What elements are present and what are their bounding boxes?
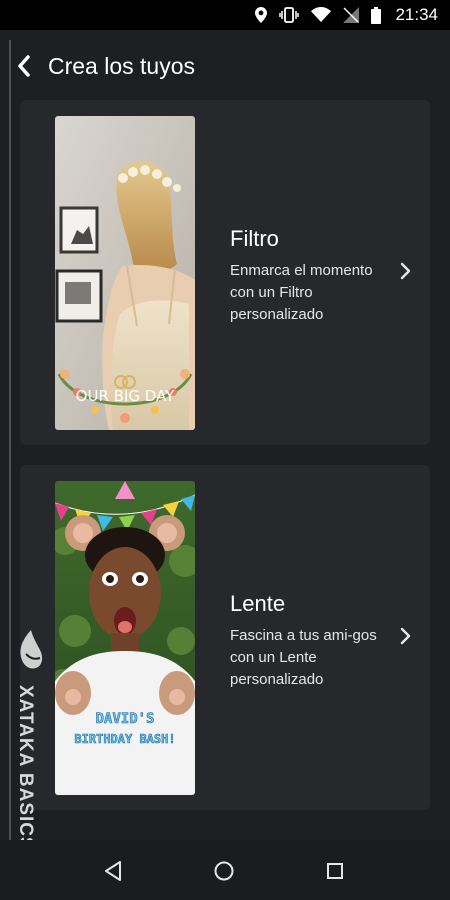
back-triangle-icon (105, 861, 121, 881)
back-button[interactable] (12, 52, 36, 80)
chevron-right-icon (400, 627, 411, 645)
vibrate-icon (279, 7, 300, 23)
nav-back-button[interactable] (98, 856, 128, 886)
wifi-icon (311, 7, 332, 23)
home-circle-icon (214, 861, 234, 881)
chevron-right-icon (400, 262, 411, 280)
lens-card[interactable]: DAVID'S BIRTHDAY BASH! Lente Fascina a t… (20, 465, 430, 810)
watermark-logo-icon (20, 630, 43, 669)
lens-thumbnail: DAVID'S BIRTHDAY BASH! (55, 481, 195, 795)
recents-square-icon (327, 863, 343, 879)
filter-title: Filtro (230, 226, 279, 251)
chevron-left-icon (18, 55, 30, 77)
lens-thumbnail-caption-line1: DAVID'S (95, 711, 154, 727)
filter-thumbnail: OUR BIG DAY (55, 116, 195, 430)
screen: 21:34 Crea los tuyos OUR BIG DAY Filtro … (0, 0, 450, 900)
header: Crea los tuyos (0, 30, 450, 102)
nav-home-button[interactable] (209, 856, 239, 886)
no-signal-icon (343, 7, 360, 23)
filter-thumbnail-caption: OUR BIG DAY (76, 387, 175, 405)
nav-recents-button[interactable] (320, 856, 350, 886)
page-title: Crea los tuyos (48, 53, 196, 79)
lens-thumbnail-caption-line2: BIRTHDAY BASH! (74, 732, 175, 746)
watermark-text: XATAKA BASICS (15, 685, 36, 851)
filter-description: Enmarca el momento con un Filtro persona… (230, 262, 373, 323)
status-icons: 21:34 (255, 0, 438, 30)
filter-card[interactable]: OUR BIG DAY Filtro Enmarca el momento co… (20, 100, 430, 445)
battery-icon (371, 6, 382, 24)
status-bar: 21:34 (0, 0, 450, 30)
status-time: 21:34 (395, 5, 438, 24)
nav-bar (0, 840, 450, 900)
lens-description: Fascina a tus ami-gos con un Lente perso… (230, 627, 377, 688)
lens-title: Lente (230, 591, 286, 616)
location-icon (255, 7, 268, 23)
